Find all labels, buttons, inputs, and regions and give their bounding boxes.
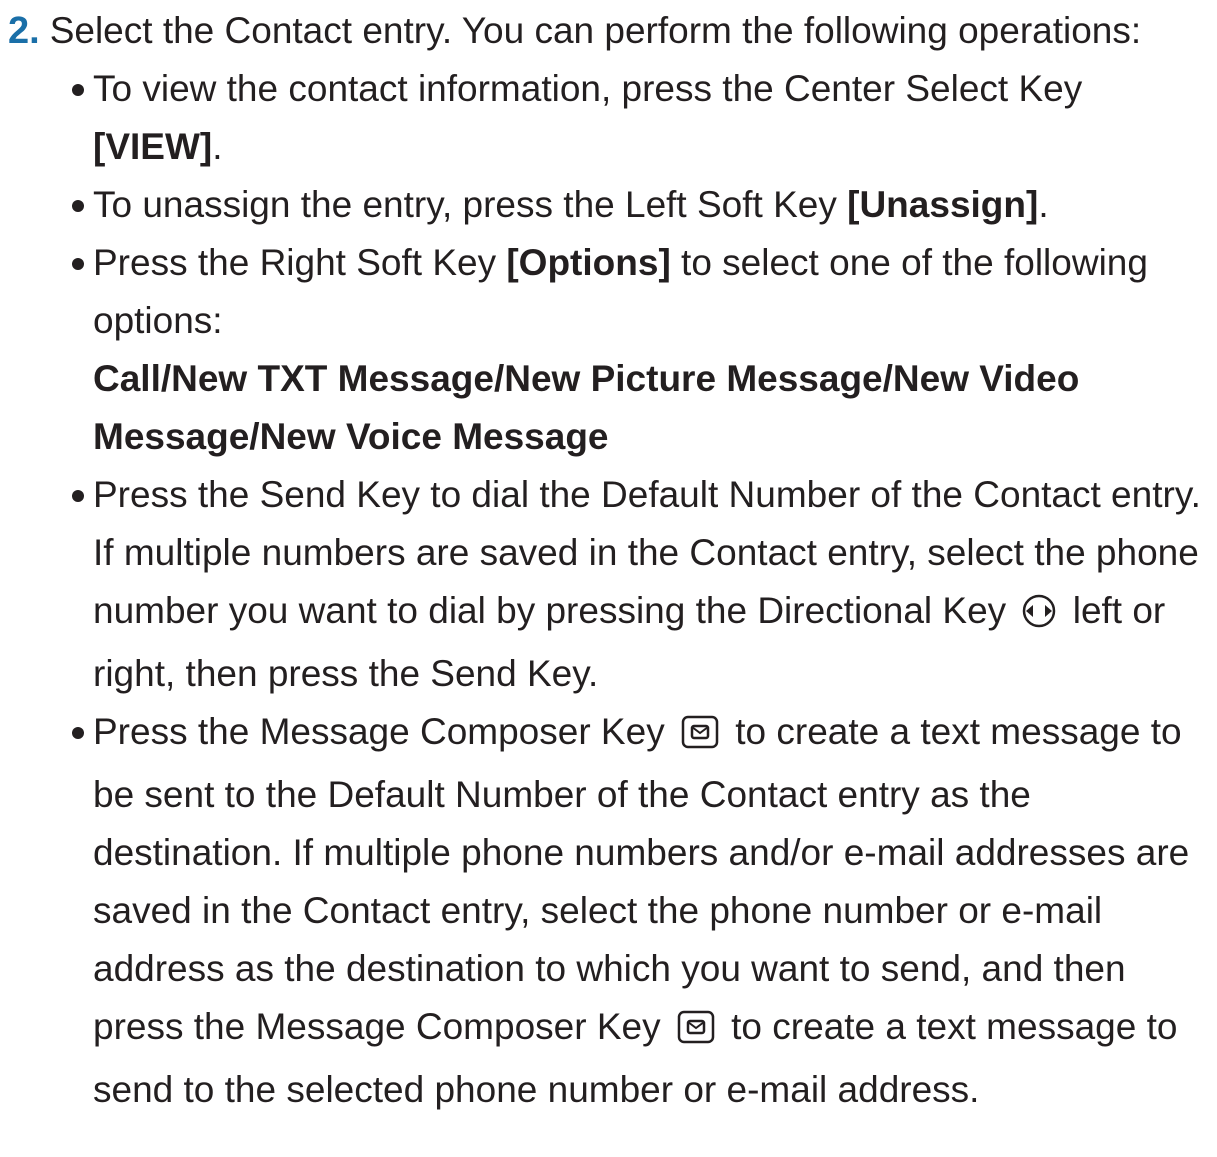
- list-item-send-key: Press the Send Key to dial the Default N…: [8, 466, 1208, 703]
- bullet-dot-icon: [72, 727, 84, 739]
- message-composer-text-middle: to create a text message to be sent to t…: [93, 711, 1190, 1047]
- message-composer-key-icon: [677, 1003, 715, 1061]
- options-key-label: [Options]: [506, 242, 671, 283]
- list-item-options: Press the Right Soft Key [Options] to se…: [8, 234, 1208, 350]
- view-text: To view the contact information, press t…: [93, 68, 1083, 109]
- unassign-key-label: [Unassign]: [847, 184, 1039, 225]
- options-choices: Call/New TXT Message/New Picture Message…: [93, 358, 1080, 457]
- bullet-dot-icon: [72, 258, 84, 270]
- message-composer-text: Press the Message Composer Key: [93, 711, 675, 752]
- step-intro: Select the Contact entry. You can perfor…: [49, 10, 1142, 51]
- operations-list-continued: Press the Send Key to dial the Default N…: [8, 466, 1208, 1119]
- bullet-dot-icon: [72, 200, 84, 212]
- bullet-dot-icon: [72, 490, 84, 502]
- step-number: 2.: [8, 10, 40, 52]
- unassign-text: To unassign the entry, press the Left So…: [93, 184, 848, 225]
- view-text-end: .: [212, 126, 223, 167]
- unassign-text-end: .: [1038, 184, 1049, 225]
- directional-key-icon: [1022, 587, 1056, 645]
- step-2: 2. Select the Contact entry. You can perf…: [8, 2, 1208, 1119]
- operations-list: To view the contact information, press t…: [8, 60, 1208, 350]
- list-item-view: To view the contact information, press t…: [8, 60, 1208, 176]
- bullet-dot-icon: [72, 84, 84, 96]
- step-heading: 2. Select the Contact entry. You can perf…: [8, 2, 1208, 60]
- view-key-label: [VIEW]: [93, 126, 213, 167]
- options-text: Press the Right Soft Key: [93, 242, 507, 283]
- list-item-message-composer: Press the Message Composer Key to create…: [8, 703, 1208, 1119]
- list-item-unassign: To unassign the entry, press the Left So…: [8, 176, 1208, 234]
- manual-page: 2. Select the Contact entry. You can perf…: [0, 0, 1217, 1157]
- message-composer-key-icon: [681, 708, 719, 766]
